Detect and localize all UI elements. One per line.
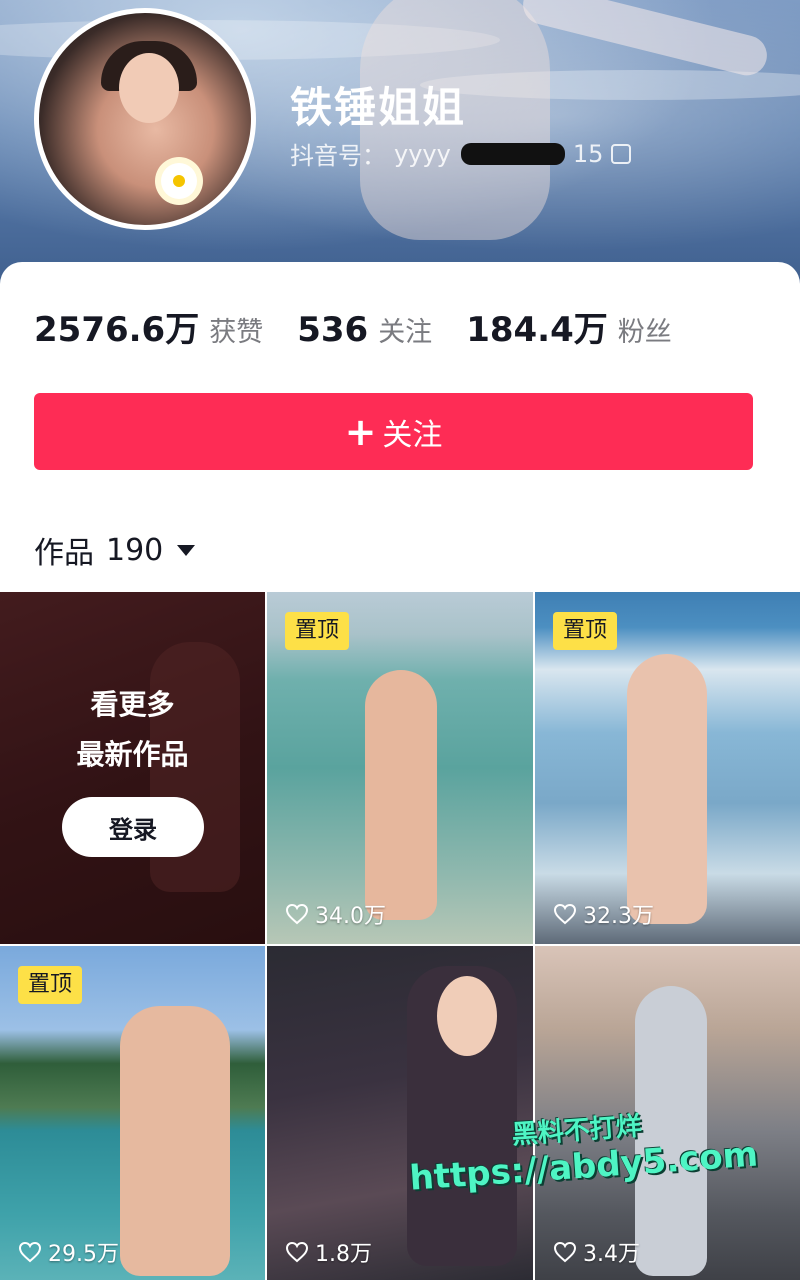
stat-following-label: 关注: [378, 317, 433, 348]
caret-down-icon[interactable]: [177, 544, 196, 556]
thumbnail-figure: [120, 1006, 230, 1276]
login-prompt: 看更多 最新作品: [0, 680, 265, 780]
video-item[interactable]: 置顶 29.5万: [0, 946, 265, 1280]
follow-button[interactable]: + 关注: [34, 393, 753, 470]
like-count: 3.4万: [553, 1236, 640, 1268]
like-count: 32.3万: [553, 898, 654, 930]
stat-likes-label: 获赞: [209, 317, 264, 348]
avatar-flower: [161, 163, 197, 199]
stat-following[interactable]: 536 关注: [297, 310, 432, 350]
heart-icon: [553, 1241, 577, 1263]
like-count: 1.8万: [285, 1236, 372, 1268]
login-button[interactable]: 登录: [62, 797, 204, 857]
douyin-id-value: yyyy: [394, 139, 451, 168]
pin-badge: 置顶: [553, 612, 618, 650]
thumbnail-figure: [627, 654, 707, 924]
like-count-value: 34.0万: [315, 904, 386, 929]
like-count-value: 32.3万: [583, 904, 654, 929]
heart-icon: [18, 1241, 42, 1263]
follow-button-label: 关注: [382, 417, 443, 453]
stat-followers[interactable]: 184.4万 粉丝: [466, 302, 672, 351]
login-tile[interactable]: 看更多 最新作品 登录: [0, 592, 265, 944]
tab-works[interactable]: 作品 190: [34, 528, 196, 572]
tab-works-label: 作品: [34, 536, 94, 571]
douyin-id-label: 抖音号：: [290, 142, 386, 170]
video-item[interactable]: 置顶 34.0万: [267, 592, 533, 944]
avatar-face: [119, 53, 179, 123]
avatar[interactable]: [34, 8, 256, 230]
tab-works-count: 190: [106, 532, 164, 568]
stat-followers-label: 粉丝: [617, 317, 672, 348]
thumbnail-face: [437, 976, 497, 1056]
login-prompt-line1: 看更多: [90, 688, 175, 721]
like-count: 34.0万: [285, 898, 386, 930]
stat-likes[interactable]: 2576.6万 获赞: [34, 302, 263, 351]
login-prompt-line2: 最新作品: [76, 738, 189, 771]
heart-icon: [285, 903, 309, 925]
banner-figure-arm: [518, 0, 772, 80]
douyin-id[interactable]: 抖音号： yyyy 15: [290, 136, 632, 171]
thumbnail-figure: [365, 670, 437, 920]
heart-icon: [553, 903, 577, 925]
stat-likes-value: 2576.6万: [34, 310, 200, 350]
like-count-value: 1.8万: [315, 1242, 372, 1267]
copy-icon[interactable]: [611, 143, 632, 164]
like-count-value: 29.5万: [48, 1242, 119, 1267]
video-item[interactable]: 1.8万: [267, 946, 533, 1280]
heart-icon: [285, 1241, 309, 1263]
like-count: 29.5万: [18, 1236, 119, 1268]
stat-following-value: 536: [297, 310, 369, 350]
stat-followers-value: 184.4万: [466, 310, 608, 350]
plus-icon: +: [344, 409, 377, 454]
profile-name: 铁锤姐姐: [290, 83, 467, 132]
pin-badge: 置顶: [285, 612, 350, 650]
video-item[interactable]: 置顶 32.3万: [535, 592, 800, 944]
like-count-value: 3.4万: [583, 1242, 640, 1267]
profile-stats: 2576.6万 获赞 536 关注 184.4万 粉丝: [34, 302, 672, 351]
redaction-mark: [460, 142, 565, 165]
profile-card: 2576.6万 获赞 536 关注 184.4万 粉丝 + 关注 作品 190: [0, 262, 800, 592]
douyin-id-suffix: 15: [572, 139, 604, 168]
pin-badge: 置顶: [18, 966, 83, 1004]
